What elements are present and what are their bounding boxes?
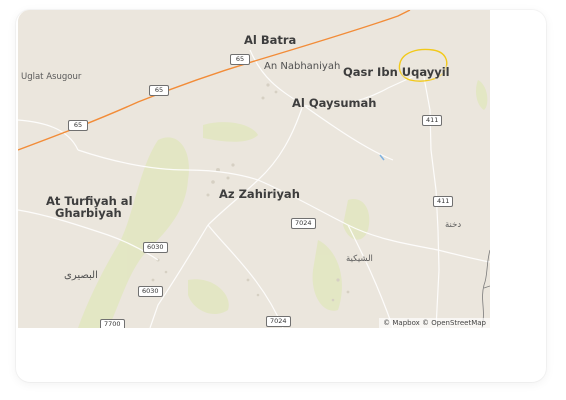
road-shield-411: 411	[433, 196, 454, 207]
place-label-al-busayri: البصيرى	[64, 270, 98, 281]
place-label-al-batra: Al Batra	[244, 33, 297, 47]
map-view[interactable]: Al Batra An Nabhaniyah Qasr Ibn Uqayyil …	[18, 10, 490, 328]
road-shield-6030: 6030	[138, 286, 163, 297]
road-shield-7024: 7024	[291, 218, 316, 229]
road-shield-65: 65	[230, 54, 250, 65]
road-shield-7024: 7024	[266, 316, 291, 327]
place-label-qasr-ibn-uqayyil: Qasr Ibn Uqayyil	[343, 65, 450, 79]
road-shield-411: 411	[422, 115, 443, 126]
road-shield-7700: 7700	[100, 319, 125, 328]
place-label-ash-shuqayyah: الشيكية	[346, 254, 373, 264]
place-label-az-zahiriyah: Az Zahiriyah	[219, 187, 300, 201]
place-label-uglat-asugour: Uglat Asugour	[21, 72, 82, 82]
road-shield-65: 65	[68, 120, 88, 131]
place-label-an-nabhaniyah: An Nabhaniyah	[264, 61, 341, 72]
place-label-dakhnah: دخنة	[445, 220, 462, 230]
place-label-al-qaysumah: Al Qaysumah	[292, 96, 377, 110]
map-card-footer	[18, 328, 528, 378]
road-shield-65: 65	[149, 85, 169, 96]
map-attribution[interactable]: © Mapbox © OpenStreetMap	[379, 318, 490, 328]
place-label-at-turfiyah-line2: Gharbiyah	[55, 206, 122, 220]
road-shield-6030: 6030	[143, 242, 168, 253]
